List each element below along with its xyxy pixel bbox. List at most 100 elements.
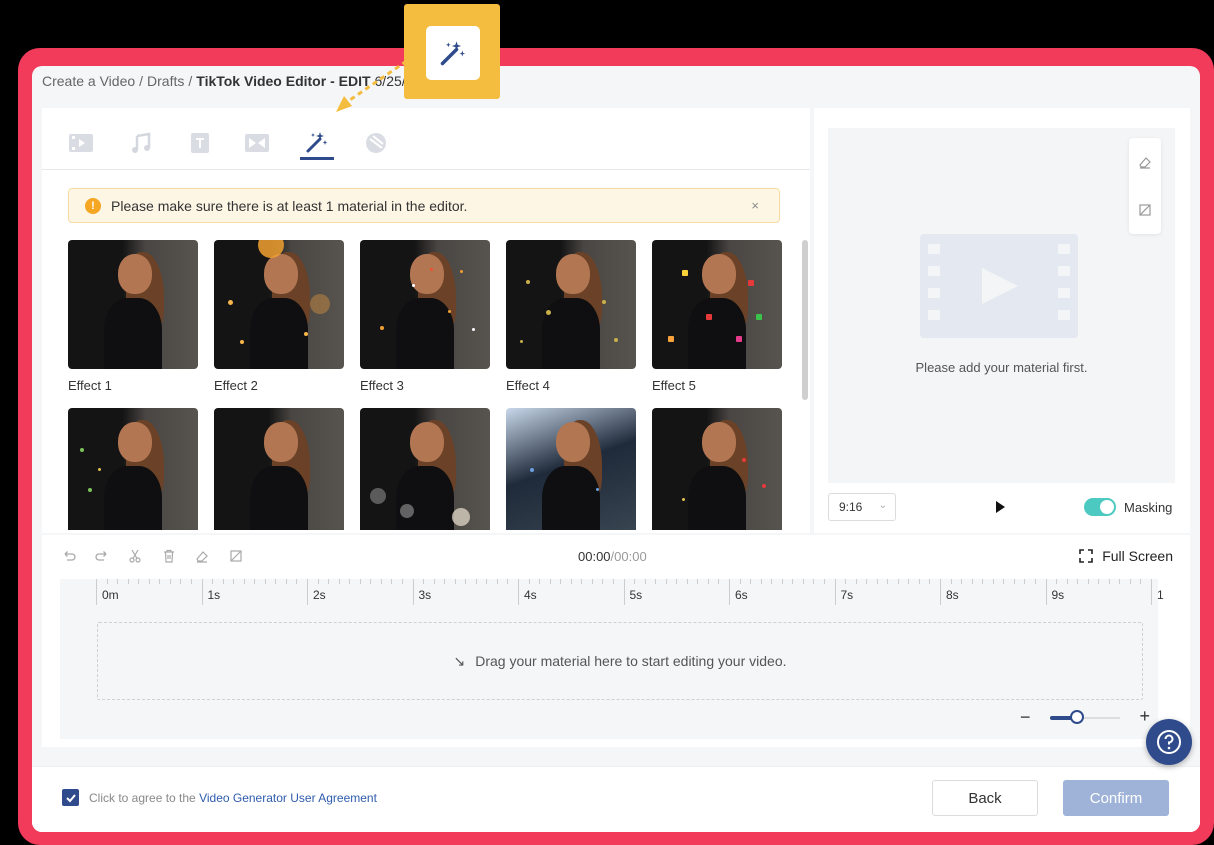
preview-message: Please add your material first. (915, 360, 1088, 375)
effect-tile[interactable] (360, 408, 490, 530)
zoom-slider-handle[interactable] (1070, 710, 1084, 724)
ruler-label: 1 (1157, 588, 1164, 602)
ruler-label: 2s (313, 588, 326, 602)
checkmark-icon (65, 793, 76, 802)
ruler-minor-tick (718, 579, 720, 584)
breadcrumb-drafts[interactable]: Drafts (147, 73, 184, 89)
effect-tile[interactable]: Effect 5 (652, 240, 782, 393)
video-placeholder-icon (920, 234, 1078, 338)
zoom-out-button[interactable]: − (1020, 707, 1031, 728)
text-icon (191, 133, 209, 153)
drop-zone[interactable]: ↘ Drag your material here to start editin… (97, 622, 1143, 700)
ruler-label: 9s (1051, 588, 1065, 602)
ruler-minor-tick (855, 579, 857, 584)
play-icon[interactable] (996, 501, 1005, 513)
ruler-minor-tick (359, 579, 361, 584)
transition-icon (245, 134, 269, 152)
ruler-minor-tick (401, 579, 403, 584)
aspect-ratio-select[interactable]: 9:16 ⌄ (828, 493, 896, 521)
masking-toggle[interactable] (1084, 498, 1116, 516)
magic-wand-icon (426, 26, 480, 80)
zoom-in-button[interactable]: + (1139, 706, 1150, 727)
ruler-minor-tick (634, 579, 636, 584)
trash-icon[interactable] (160, 547, 178, 565)
ruler-minor-tick (349, 579, 351, 584)
ruler-minor-tick (655, 579, 657, 584)
effect-tile[interactable] (68, 408, 198, 530)
effect-tile[interactable]: Effect 3 (360, 240, 490, 393)
ruler-minor-tick (602, 579, 604, 584)
agreement-text: Click to agree to the Video Generator Us… (89, 791, 377, 805)
feature-callout (404, 4, 500, 99)
ruler-minor-tick (127, 579, 129, 584)
tab-text[interactable] (183, 126, 217, 160)
effect-tile[interactable] (506, 408, 636, 530)
tab-transition[interactable] (240, 126, 274, 160)
question-icon (1157, 730, 1181, 754)
editor-window: Create a Video / Drafts / TikTok Video Edito… (32, 66, 1200, 832)
footer-bar: Click to agree to the Video Generator Us… (32, 766, 1200, 832)
full-screen-button[interactable]: Full Screen (1078, 548, 1173, 564)
ruler-minor-tick (180, 579, 182, 584)
undo-icon[interactable] (60, 547, 78, 565)
back-button[interactable]: Back (932, 780, 1038, 816)
tab-music[interactable] (124, 126, 158, 160)
user-agreement-link[interactable]: Video Generator User Agreement (199, 791, 377, 805)
ruler-minor-tick (644, 579, 646, 584)
timeline-panel: 00:00/00:00 Full Screen 0m 1s 2s 3s 4s 5s 6s 7s… (42, 535, 1190, 747)
ruler-minor-tick (106, 579, 108, 584)
ruler-tick (307, 579, 308, 605)
ruler-minor-tick (707, 579, 709, 584)
effect-tile[interactable]: Effect 4 (506, 240, 636, 393)
effect-tile[interactable]: Effect 1 (68, 240, 198, 393)
effects-panel: ! Please make sure there is at least 1 m… (42, 108, 810, 533)
effect-tile[interactable] (214, 408, 344, 530)
confirm-button[interactable]: Confirm (1063, 780, 1169, 816)
ruler-minor-tick (380, 579, 382, 584)
preview-tools (1129, 138, 1161, 234)
ruler-minor-tick (1024, 579, 1026, 584)
ruler-minor-tick (1098, 579, 1100, 584)
help-button[interactable] (1146, 719, 1192, 765)
scissors-icon[interactable] (126, 547, 144, 565)
crop-icon[interactable] (227, 547, 245, 565)
ruler-tick (518, 579, 519, 605)
tab-effects[interactable] (300, 126, 334, 160)
eraser-icon[interactable] (1129, 138, 1161, 186)
tab-sticker[interactable] (359, 126, 393, 160)
effect-thumbnail (214, 408, 344, 530)
ruler-minor-tick (138, 579, 140, 584)
ruler-minor-tick (1119, 579, 1121, 584)
effect-tile[interactable]: Effect 2 (214, 240, 344, 393)
ruler-minor-tick (781, 579, 783, 584)
ruler-label: 6s (735, 588, 748, 602)
sticker-icon (366, 133, 386, 153)
alert-text: Please make sure there is at least 1 mat… (111, 197, 468, 214)
music-icon (132, 132, 151, 153)
close-icon[interactable]: × (751, 198, 759, 213)
eraser-icon[interactable] (193, 547, 211, 565)
breadcrumb-root[interactable]: Create a Video (42, 73, 135, 89)
redo-icon[interactable] (93, 547, 111, 565)
ruler-label: 3s (418, 588, 432, 602)
ruler-minor-tick (528, 579, 530, 584)
preview-canvas: Please add your material first. (828, 128, 1175, 483)
effect-tile[interactable] (652, 408, 782, 530)
tab-video[interactable] (64, 126, 98, 160)
ruler-minor-tick (802, 579, 804, 584)
effect-thumbnail (360, 240, 490, 369)
ruler-minor-tick (887, 579, 889, 584)
agreement-checkbox[interactable] (62, 789, 79, 806)
ruler-minor-tick (391, 579, 393, 584)
ruler-minor-tick (750, 579, 752, 584)
scrollbar[interactable] (802, 240, 808, 400)
ruler-minor-tick (1003, 579, 1005, 584)
effect-label: Effect 3 (360, 378, 404, 393)
ruler-minor-tick (148, 579, 150, 584)
ruler-minor-tick (1034, 579, 1036, 584)
ruler-minor-tick (264, 579, 266, 584)
ruler-minor-tick (475, 579, 477, 584)
ruler-minor-tick (338, 579, 340, 584)
crop-icon[interactable] (1129, 186, 1161, 234)
effect-thumbnail (214, 240, 344, 369)
